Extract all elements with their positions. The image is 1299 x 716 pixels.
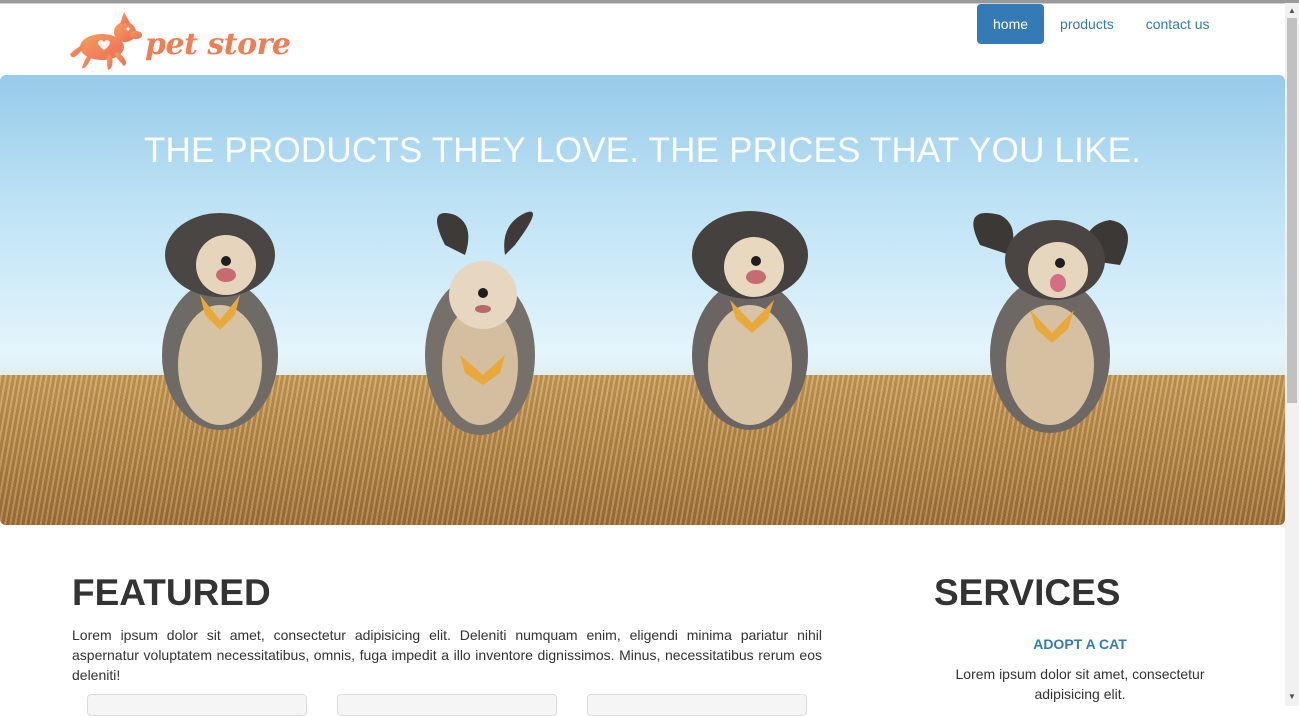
main-nav: home products contact us (977, 4, 1226, 44)
hero-title: THE PRODUCTS THEY LOVE. THE PRICES THAT … (143, 131, 1142, 170)
dog-image-1 (162, 213, 278, 430)
featured-card[interactable] (587, 694, 807, 716)
hero-banner: THE PRODUCTS THEY LOVE. THE PRICES THAT … (0, 75, 1285, 525)
scrollbar-thumb[interactable] (1287, 18, 1297, 403)
service-link-adopt-a-cat[interactable]: ADOPT A CAT (934, 636, 1226, 652)
service-description: Lorem ipsum dolor sit amet, consectetur … (955, 666, 1205, 702)
nav-products[interactable]: products (1044, 4, 1130, 44)
featured-description: Lorem ipsum dolor sit amet, consectetur … (72, 627, 822, 683)
featured-card[interactable] (337, 694, 557, 716)
scroll-down-arrow-icon[interactable]: ▼ (1285, 690, 1299, 704)
scroll-up-arrow-icon[interactable]: ▲ (1285, 4, 1299, 18)
logo[interactable]: pet store (68, 10, 291, 72)
nav-contact-us[interactable]: contact us (1130, 4, 1226, 44)
featured-heading: FEATURED (72, 572, 271, 613)
services-heading: SERVICES (934, 572, 1121, 613)
dog-image-4 (973, 213, 1128, 433)
dog-image-2 (425, 211, 535, 435)
dog-logo-icon (70, 12, 142, 70)
nav-home[interactable]: home (977, 4, 1045, 44)
dog-image-3 (692, 211, 808, 430)
logo-text: pet store (145, 27, 291, 62)
featured-card[interactable] (87, 694, 307, 716)
